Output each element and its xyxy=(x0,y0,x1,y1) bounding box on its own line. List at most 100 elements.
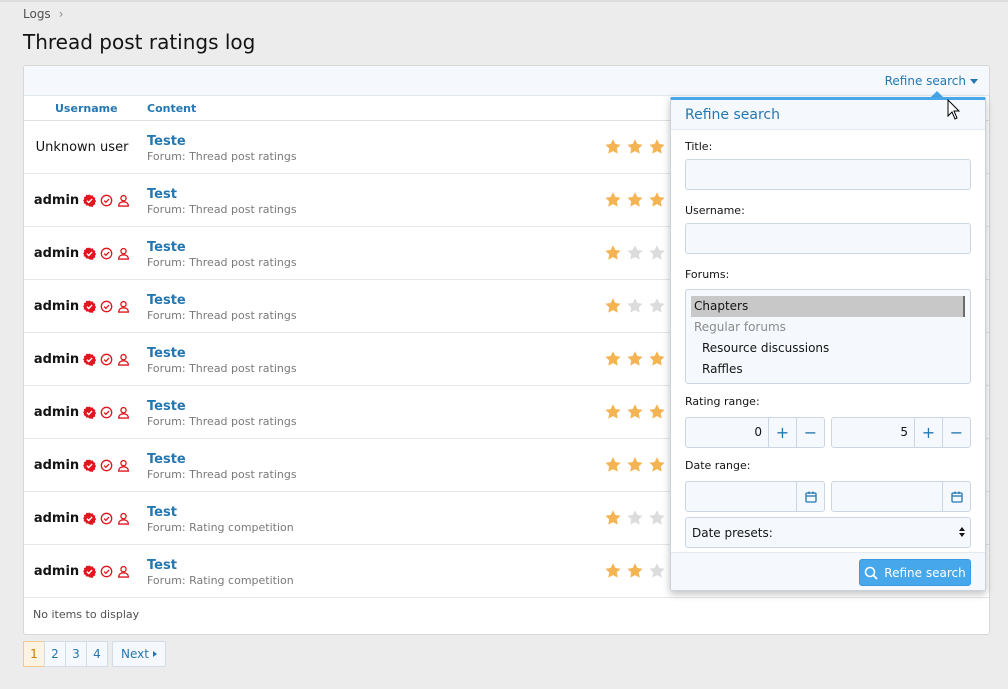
username-cell: admin xyxy=(24,227,140,279)
caret-down-icon xyxy=(970,78,978,84)
chevron-right-icon xyxy=(152,651,157,657)
content-title-link[interactable]: Teste xyxy=(147,240,297,255)
decrement-button[interactable]: − xyxy=(942,418,970,447)
content-title-link[interactable]: Teste xyxy=(147,134,297,149)
forums-listbox[interactable]: Chapters Regular forums Resource discussio… xyxy=(685,289,971,384)
increment-button[interactable]: + xyxy=(768,418,796,447)
menu-title: Refine search xyxy=(671,100,985,130)
content-title-link[interactable]: Test xyxy=(147,558,294,573)
star-icon xyxy=(627,563,643,578)
verified-badge-icon xyxy=(83,511,97,525)
username-cell: admin xyxy=(24,333,140,385)
rating-stars xyxy=(604,562,666,580)
username[interactable]: admin xyxy=(34,193,79,208)
refine-search-label: Refine search xyxy=(884,74,966,88)
date-to-input[interactable] xyxy=(831,481,971,512)
rating-stars xyxy=(604,191,666,209)
content-forum: Forum: Thread post ratings xyxy=(147,415,297,428)
column-header-username[interactable]: Username xyxy=(55,102,118,115)
star-icon xyxy=(605,510,621,525)
content-title-link[interactable]: Teste xyxy=(147,399,297,414)
username[interactable]: admin xyxy=(34,564,79,579)
calendar-icon[interactable] xyxy=(796,482,824,511)
rating-min-value[interactable]: 0 xyxy=(686,418,768,447)
page-link-4[interactable]: 4 xyxy=(86,641,108,667)
forum-option: Regular forums xyxy=(694,320,786,334)
increment-button[interactable]: + xyxy=(914,418,942,447)
username[interactable]: admin xyxy=(34,405,79,420)
star-icon xyxy=(627,139,643,154)
decrement-button[interactable]: − xyxy=(796,418,824,447)
next-page-button[interactable]: Next xyxy=(112,641,166,667)
content-forum: Forum: Thread post ratings xyxy=(147,362,297,375)
refine-search-button[interactable]: Refine search xyxy=(859,559,971,586)
rating-max-value[interactable]: 5 xyxy=(832,418,914,447)
breadcrumb-item-logs[interactable]: Logs xyxy=(23,7,51,21)
page-link-1[interactable]: 1 xyxy=(23,641,45,667)
forum-option[interactable]: Resource discussions xyxy=(686,338,970,359)
content-title-link[interactable]: Test xyxy=(147,505,294,520)
user-icon xyxy=(118,459,130,472)
rating-stars xyxy=(604,456,666,474)
user-icon xyxy=(118,247,130,260)
username-label: Username: xyxy=(685,204,745,217)
filter-bar: Refine search xyxy=(24,66,989,96)
content-forum: Forum: Thread post ratings xyxy=(147,309,297,322)
verified-badge-icon xyxy=(83,193,97,207)
username[interactable]: admin xyxy=(34,352,79,367)
verified-badge-icon xyxy=(83,405,97,419)
calendar-icon[interactable] xyxy=(942,482,970,511)
star-icon xyxy=(649,139,665,154)
column-header-content[interactable]: Content xyxy=(147,102,196,115)
content-forum: Forum: Rating competition xyxy=(147,521,294,534)
star-icon xyxy=(605,457,621,472)
username[interactable]: admin xyxy=(34,299,79,314)
search-icon xyxy=(864,566,878,580)
user-icon xyxy=(118,565,130,578)
date-presets-select[interactable]: Date presets: xyxy=(685,517,971,548)
check-circle-icon xyxy=(100,247,113,259)
page-link-3[interactable]: 3 xyxy=(65,641,87,667)
top-border xyxy=(0,0,1008,2)
star-icon xyxy=(627,351,643,366)
rating-max-stepper[interactable]: 5 + − xyxy=(831,417,971,448)
username[interactable]: admin xyxy=(34,246,79,261)
content-cell: Test Forum: Rating competition xyxy=(147,505,294,534)
date-from-input[interactable] xyxy=(685,481,825,512)
menu-footer: Refine search xyxy=(671,552,985,590)
content-title-link[interactable]: Test xyxy=(147,187,297,202)
rating-stars xyxy=(604,138,666,156)
refine-search-toggle[interactable]: Refine search xyxy=(885,74,978,88)
star-icon xyxy=(605,192,621,207)
content-cell: Test Forum: Thread post ratings xyxy=(147,187,297,216)
content-title-link[interactable]: Teste xyxy=(147,293,297,308)
page-link-2[interactable]: 2 xyxy=(44,641,66,667)
title-input[interactable] xyxy=(685,159,971,190)
username[interactable]: admin xyxy=(34,458,79,473)
star-icon xyxy=(649,510,665,525)
username-input[interactable] xyxy=(685,223,971,254)
content-forum: Forum: Rating competition xyxy=(147,574,294,587)
forum-option[interactable]: Raffles xyxy=(686,359,970,380)
star-icon xyxy=(649,351,665,366)
star-icon xyxy=(649,404,665,419)
forum-option[interactable]: Chapters xyxy=(691,296,965,317)
content-title-link[interactable]: Teste xyxy=(147,452,297,467)
content-title-link[interactable]: Teste xyxy=(147,346,297,361)
username[interactable]: admin xyxy=(34,511,79,526)
star-icon xyxy=(649,245,665,260)
check-circle-icon xyxy=(100,565,113,577)
date-presets-value: Date presets: xyxy=(692,526,773,540)
user-icon xyxy=(118,300,130,313)
rating-range-label: Rating range: xyxy=(685,395,760,408)
user-icon xyxy=(118,512,130,525)
breadcrumb: Logs › xyxy=(23,7,64,21)
refine-search-menu: Refine search Title: Username: Forums: C… xyxy=(670,97,986,591)
content-cell: Test Forum: Rating competition xyxy=(147,558,294,587)
star-icon xyxy=(649,298,665,313)
star-icon xyxy=(605,563,621,578)
rating-stars xyxy=(604,350,666,368)
rating-min-stepper[interactable]: 0 + − xyxy=(685,417,825,448)
page-title: Thread post ratings log xyxy=(23,30,256,54)
username-cell: admin xyxy=(24,492,140,544)
